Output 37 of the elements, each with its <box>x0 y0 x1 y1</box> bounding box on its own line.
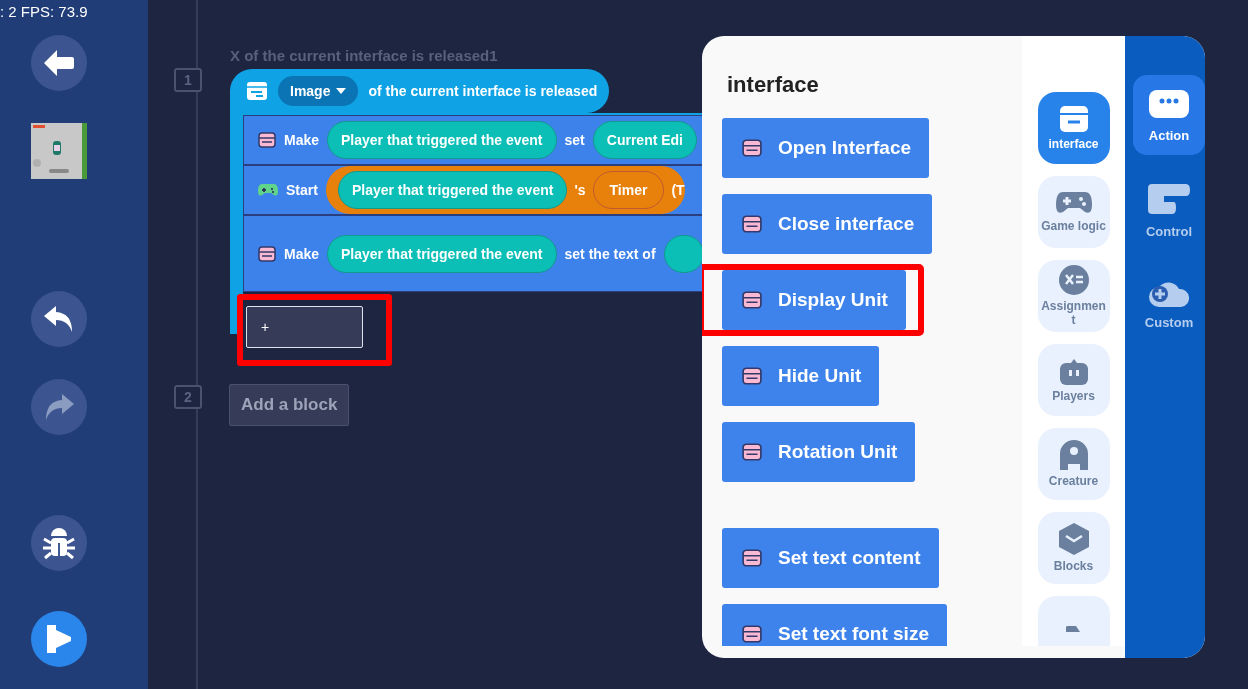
event-number: 2 <box>174 385 202 409</box>
value-pill: Player that triggered the event <box>327 234 557 273</box>
category-tab[interactable]: Assignment <box>1037 260 1110 332</box>
panel-title: interface <box>727 72 820 98</box>
block-palette-item[interactable]: Display Unit <box>722 270 906 330</box>
block-text: 's <box>574 182 586 198</box>
add-statement-slot[interactable]: + <box>246 306 363 348</box>
event-number: 1 <box>174 68 202 92</box>
value-pill: Player that triggered the event <box>327 121 557 159</box>
value-pill: Current Edi <box>592 121 697 159</box>
block-text: Start <box>286 182 318 198</box>
block-palette-item[interactable]: Open Interface <box>722 118 930 178</box>
block-text: (T <box>671 182 685 198</box>
category-group-tab[interactable]: Action <box>1133 75 1205 155</box>
block-text: Make <box>284 245 320 262</box>
object-dropdown[interactable]: Image <box>278 76 359 106</box>
block-text: of the current interface is released <box>368 83 598 99</box>
category-tab[interactable]: Blocks <box>1037 512 1110 584</box>
block-palette-item[interactable]: Hide Unit <box>722 346 880 406</box>
property-pill: Timer <box>592 171 665 209</box>
category-tab[interactable]: Creature <box>1037 428 1110 500</box>
value-pill: Player that triggered the event <box>337 171 568 209</box>
block-text: set the text of <box>564 245 656 262</box>
block-palette-item[interactable]: Close interface <box>722 194 933 254</box>
add-block-button[interactable]: Add a block <box>229 384 350 426</box>
block-palette-item[interactable]: Rotation Unit <box>722 422 916 482</box>
block-palette-item[interactable]: Set text font size <box>722 604 947 646</box>
event-title: X of the current interface is released1 <box>230 47 498 64</box>
category-group-tab[interactable]: Control <box>1133 170 1205 250</box>
category-tab[interactable]: Players <box>1037 344 1110 416</box>
fps-counter: : 2 FPS: 73.9 <box>0 3 88 20</box>
block-text: set <box>564 132 585 148</box>
block-palette-item[interactable]: Set text content <box>722 528 939 588</box>
category-tab[interactable]: interface <box>1037 92 1110 164</box>
category-group-tab[interactable]: Custom <box>1133 265 1205 345</box>
block-text: Make <box>284 132 320 148</box>
category-tab[interactable]: Game logic <box>1037 176 1110 248</box>
